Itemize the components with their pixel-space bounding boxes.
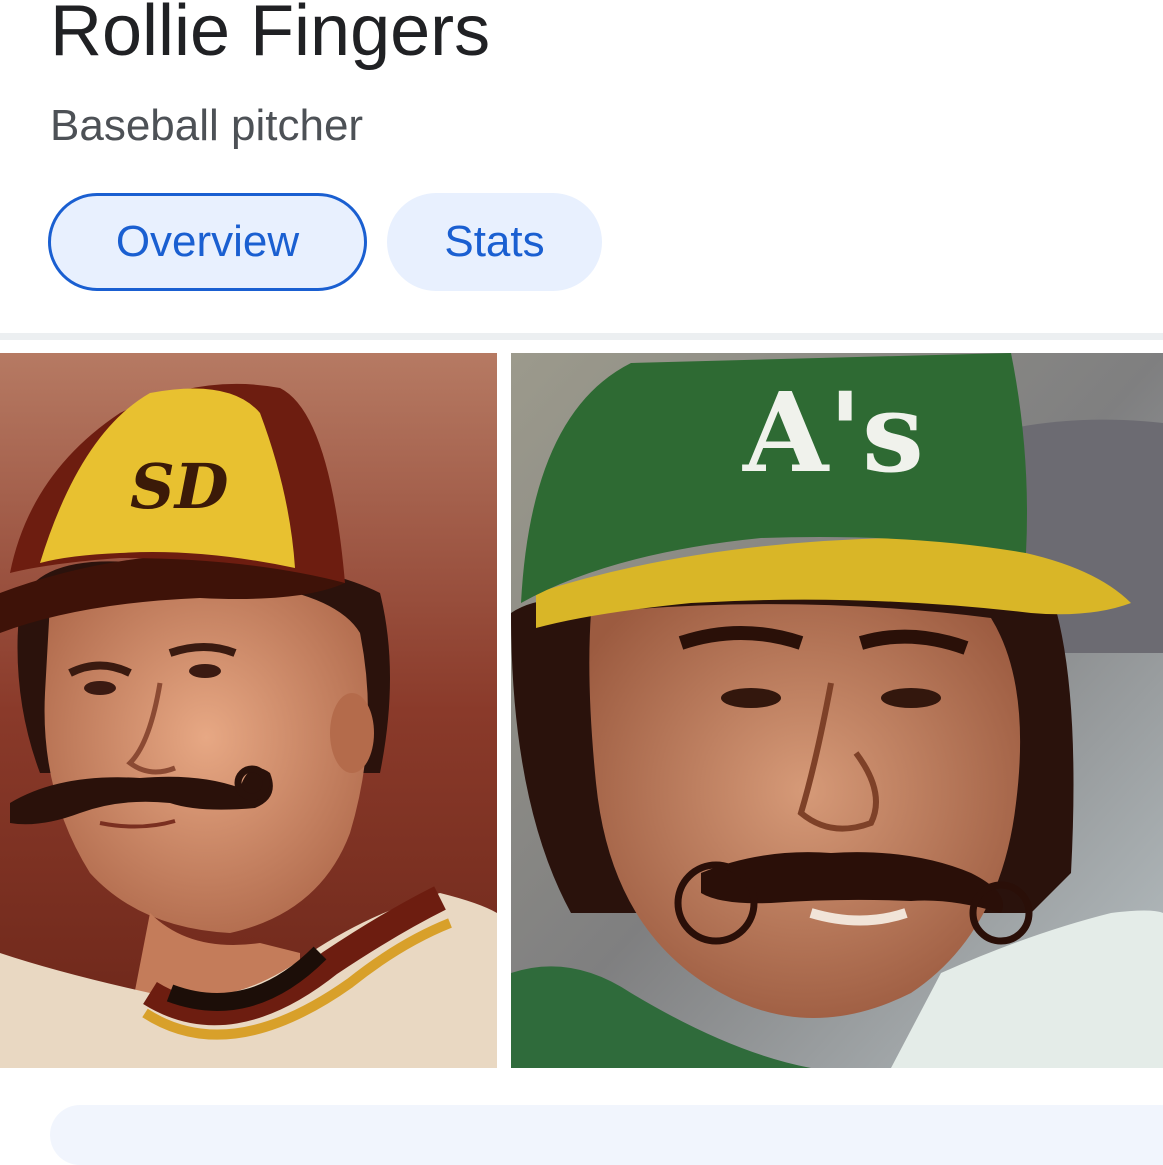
player-photo-padres: SD — [0, 353, 497, 1068]
divider — [0, 333, 1163, 340]
page-subtitle: Baseball pitcher — [50, 101, 364, 150]
tab-overview[interactable]: Overview — [48, 193, 367, 291]
tab-stats[interactable]: Stats — [387, 193, 602, 291]
logo-text-sd: SD — [130, 450, 229, 523]
image-result-padres[interactable]: SD — [0, 353, 497, 1068]
page-title: Rollie Fingers — [50, 0, 491, 71]
tab-bar: Overview Stats — [48, 193, 602, 291]
next-card-peek — [50, 1105, 1163, 1165]
logo-text-as: A's — [742, 368, 924, 497]
player-photo-athletics: A's — [511, 353, 1163, 1068]
image-result-athletics[interactable]: A's — [511, 353, 1163, 1068]
